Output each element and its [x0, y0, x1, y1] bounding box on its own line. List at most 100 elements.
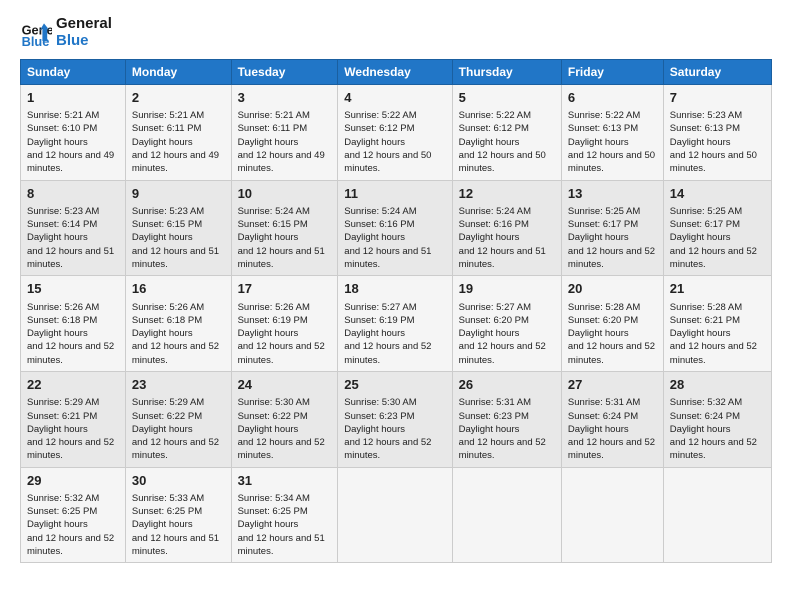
day-info: Sunrise: 5:24 AMSunset: 6:16 PMDaylight …: [344, 206, 431, 270]
day-info: Sunrise: 5:27 AMSunset: 6:19 PMDaylight …: [344, 302, 431, 366]
calendar-cell: 31 Sunrise: 5:34 AMSunset: 6:25 PMDayligh…: [231, 467, 338, 563]
day-info: Sunrise: 5:26 AMSunset: 6:18 PMDaylight …: [27, 302, 114, 366]
calendar-cell: 12 Sunrise: 5:24 AMSunset: 6:16 PMDayligh…: [452, 180, 561, 276]
day-number: 2: [132, 89, 225, 107]
day-number: 31: [238, 472, 332, 490]
day-number: 8: [27, 185, 119, 203]
calendar-week-row: 22 Sunrise: 5:29 AMSunset: 6:21 PMDayligh…: [21, 372, 772, 468]
calendar-cell: 11 Sunrise: 5:24 AMSunset: 6:16 PMDayligh…: [338, 180, 452, 276]
day-info: Sunrise: 5:31 AMSunset: 6:24 PMDaylight …: [568, 397, 655, 461]
day-number: 15: [27, 280, 119, 298]
day-info: Sunrise: 5:22 AMSunset: 6:12 PMDaylight …: [459, 110, 546, 174]
day-number: 18: [344, 280, 445, 298]
logo-text-line1: General: [56, 16, 112, 33]
calendar-cell: 1 Sunrise: 5:21 AMSunset: 6:10 PMDaylight…: [21, 85, 126, 181]
header: General Blue General Blue: [20, 16, 772, 49]
calendar-cell: 23 Sunrise: 5:29 AMSunset: 6:22 PMDayligh…: [125, 372, 231, 468]
day-number: 10: [238, 185, 332, 203]
day-info: Sunrise: 5:22 AMSunset: 6:12 PMDaylight …: [344, 110, 431, 174]
day-number: 28: [670, 376, 765, 394]
weekday-header: Wednesday: [338, 60, 452, 85]
day-info: Sunrise: 5:32 AMSunset: 6:24 PMDaylight …: [670, 397, 757, 461]
day-info: Sunrise: 5:24 AMSunset: 6:15 PMDaylight …: [238, 206, 325, 270]
day-number: 4: [344, 89, 445, 107]
calendar-cell: 6Sunrise: 5:22 AMSunset: 6:13 PMDaylight…: [561, 85, 663, 181]
calendar-cell: 9Sunrise: 5:23 AMSunset: 6:15 PMDaylight…: [125, 180, 231, 276]
day-number: 21: [670, 280, 765, 298]
day-info: Sunrise: 5:21 AMSunset: 6:10 PMDaylight …: [27, 110, 114, 174]
logo-text-line2: Blue: [56, 33, 112, 50]
calendar-cell: 22 Sunrise: 5:29 AMSunset: 6:21 PMDayligh…: [21, 372, 126, 468]
day-number: 6: [568, 89, 657, 107]
weekday-header: Thursday: [452, 60, 561, 85]
calendar-cell: 2 Sunrise: 5:21 AMSunset: 6:11 PMDaylight…: [125, 85, 231, 181]
day-info: Sunrise: 5:23 AMSunset: 6:15 PMDaylight …: [132, 206, 219, 270]
calendar-cell: 10 Sunrise: 5:24 AMSunset: 6:15 PMDayligh…: [231, 180, 338, 276]
calendar-cell: 19 Sunrise: 5:27 AMSunset: 6:20 PMDayligh…: [452, 276, 561, 372]
day-info: Sunrise: 5:34 AMSunset: 6:25 PMDaylight …: [238, 493, 325, 557]
day-number: 7: [670, 89, 765, 107]
calendar-week-row: 1 Sunrise: 5:21 AMSunset: 6:10 PMDaylight…: [21, 85, 772, 181]
day-number: 17: [238, 280, 332, 298]
day-number: 24: [238, 376, 332, 394]
day-number: 26: [459, 376, 555, 394]
calendar-cell: 16 Sunrise: 5:26 AMSunset: 6:18 PMDayligh…: [125, 276, 231, 372]
calendar-cell: 30 Sunrise: 5:33 AMSunset: 6:25 PMDayligh…: [125, 467, 231, 563]
calendar-cell: [452, 467, 561, 563]
calendar-week-row: 29Sunrise: 5:32 AMSunset: 6:25 PMDayligh…: [21, 467, 772, 563]
calendar-cell: 20 Sunrise: 5:28 AMSunset: 6:20 PMDayligh…: [561, 276, 663, 372]
calendar-cell: 13Sunrise: 5:25 AMSunset: 6:17 PMDayligh…: [561, 180, 663, 276]
day-info: Sunrise: 5:29 AMSunset: 6:21 PMDaylight …: [27, 397, 114, 461]
calendar-cell: 3 Sunrise: 5:21 AMSunset: 6:11 PMDaylight…: [231, 85, 338, 181]
calendar-body: 1 Sunrise: 5:21 AMSunset: 6:10 PMDaylight…: [21, 85, 772, 563]
day-number: 3: [238, 89, 332, 107]
day-number: 23: [132, 376, 225, 394]
day-info: Sunrise: 5:30 AMSunset: 6:23 PMDaylight …: [344, 397, 431, 461]
calendar-cell: 15 Sunrise: 5:26 AMSunset: 6:18 PMDayligh…: [21, 276, 126, 372]
day-info: Sunrise: 5:26 AMSunset: 6:18 PMDaylight …: [132, 302, 219, 366]
day-number: 12: [459, 185, 555, 203]
day-info: Sunrise: 5:33 AMSunset: 6:25 PMDaylight …: [132, 493, 219, 557]
day-number: 19: [459, 280, 555, 298]
weekday-header: Friday: [561, 60, 663, 85]
calendar-week-row: 15 Sunrise: 5:26 AMSunset: 6:18 PMDayligh…: [21, 276, 772, 372]
calendar-cell: 27Sunrise: 5:31 AMSunset: 6:24 PMDayligh…: [561, 372, 663, 468]
logo-icon: General Blue: [20, 17, 52, 49]
calendar-cell: [561, 467, 663, 563]
day-number: 13: [568, 185, 657, 203]
calendar-table: SundayMondayTuesdayWednesdayThursdayFrid…: [20, 59, 772, 563]
day-number: 1: [27, 89, 119, 107]
calendar-cell: 29Sunrise: 5:32 AMSunset: 6:25 PMDayligh…: [21, 467, 126, 563]
calendar-cell: 7Sunrise: 5:23 AMSunset: 6:13 PMDaylight…: [663, 85, 771, 181]
day-info: Sunrise: 5:23 AMSunset: 6:14 PMDaylight …: [27, 206, 114, 270]
calendar-cell: [663, 467, 771, 563]
day-info: Sunrise: 5:21 AMSunset: 6:11 PMDaylight …: [238, 110, 325, 174]
calendar-cell: 5Sunrise: 5:22 AMSunset: 6:12 PMDaylight…: [452, 85, 561, 181]
day-number: 11: [344, 185, 445, 203]
calendar-week-row: 8 Sunrise: 5:23 AMSunset: 6:14 PMDaylight…: [21, 180, 772, 276]
day-number: 30: [132, 472, 225, 490]
calendar-cell: 14Sunrise: 5:25 AMSunset: 6:17 PMDayligh…: [663, 180, 771, 276]
day-info: Sunrise: 5:21 AMSunset: 6:11 PMDaylight …: [132, 110, 219, 174]
day-info: Sunrise: 5:25 AMSunset: 6:17 PMDaylight …: [670, 206, 757, 270]
weekday-header: Saturday: [663, 60, 771, 85]
day-info: Sunrise: 5:28 AMSunset: 6:20 PMDaylight …: [568, 302, 655, 366]
calendar-cell: 21Sunrise: 5:28 AMSunset: 6:21 PMDayligh…: [663, 276, 771, 372]
weekday-header: Tuesday: [231, 60, 338, 85]
calendar-cell: 26Sunrise: 5:31 AMSunset: 6:23 PMDayligh…: [452, 372, 561, 468]
day-number: 20: [568, 280, 657, 298]
calendar-cell: 4 Sunrise: 5:22 AMSunset: 6:12 PMDaylight…: [338, 85, 452, 181]
day-info: Sunrise: 5:24 AMSunset: 6:16 PMDaylight …: [459, 206, 546, 270]
calendar-cell: 18 Sunrise: 5:27 AMSunset: 6:19 PMDayligh…: [338, 276, 452, 372]
day-number: 25: [344, 376, 445, 394]
day-info: Sunrise: 5:32 AMSunset: 6:25 PMDaylight …: [27, 493, 114, 557]
day-number: 16: [132, 280, 225, 298]
weekday-header: Monday: [125, 60, 231, 85]
logo: General Blue General Blue: [20, 16, 112, 49]
day-info: Sunrise: 5:27 AMSunset: 6:20 PMDaylight …: [459, 302, 546, 366]
calendar-cell: [338, 467, 452, 563]
calendar-cell: 25 Sunrise: 5:30 AMSunset: 6:23 PMDayligh…: [338, 372, 452, 468]
day-number: 22: [27, 376, 119, 394]
calendar-page: General Blue General Blue SundayMondayTu…: [0, 0, 792, 579]
day-info: Sunrise: 5:29 AMSunset: 6:22 PMDaylight …: [132, 397, 219, 461]
